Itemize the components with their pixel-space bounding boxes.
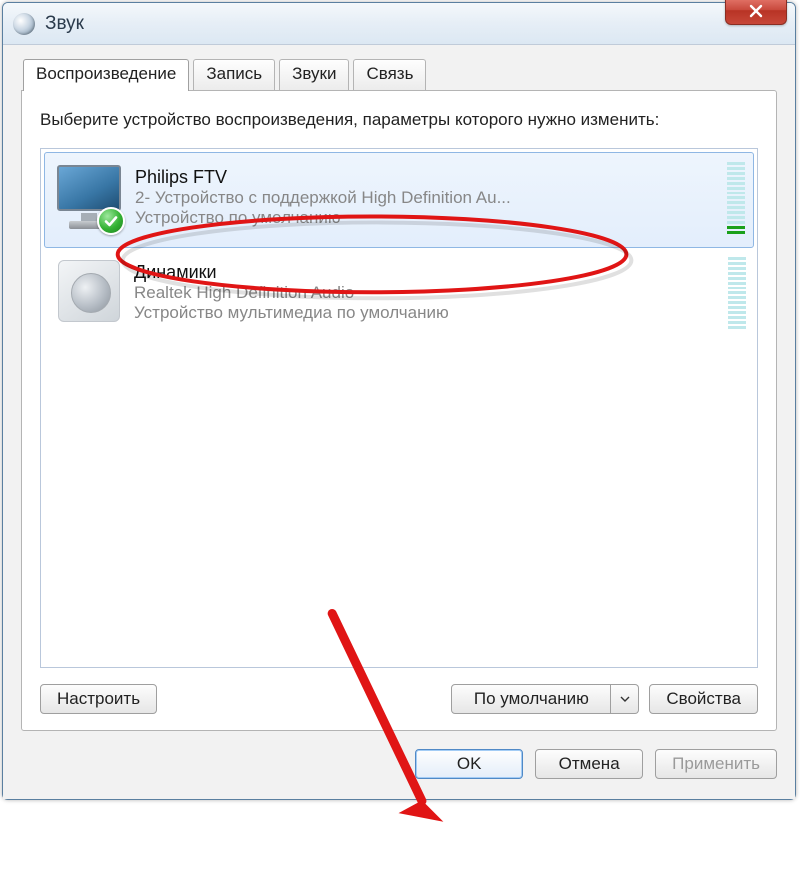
device-name: Philips FTV	[135, 167, 719, 188]
dialog-content: Воспроизведение Запись Звуки Связь Выбер…	[3, 45, 795, 799]
level-meter	[727, 162, 745, 234]
tab-communications[interactable]: Связь	[353, 59, 426, 90]
tab-sounds[interactable]: Звуки	[279, 59, 349, 90]
device-item-philips[interactable]: Philips FTV 2- Устройство с поддержкой H…	[44, 152, 754, 248]
device-list[interactable]: Philips FTV 2- Устройство с поддержкой H…	[40, 148, 758, 668]
set-default-button[interactable]: По умолчанию	[451, 684, 611, 714]
device-subtitle: Realtek High Definition Audio	[134, 283, 720, 303]
tab-panel-playback: Выберите устройство воспроизведения, пар…	[21, 90, 777, 731]
properties-button[interactable]: Свойства	[649, 684, 758, 714]
tab-playback[interactable]: Воспроизведение	[23, 59, 189, 91]
set-default-dropdown[interactable]	[611, 684, 639, 714]
panel-button-row: Настроить По умолчанию Свойства	[40, 684, 758, 714]
titlebar[interactable]: Звук	[3, 3, 795, 45]
device-text: Philips FTV 2- Устройство с поддержкой H…	[135, 167, 719, 228]
tab-recording[interactable]: Запись	[193, 59, 275, 90]
device-subtitle: 2- Устройство с поддержкой High Definiti…	[135, 188, 719, 208]
close-button[interactable]	[725, 0, 787, 25]
footer-button-row: OK Отмена Применить	[21, 749, 777, 779]
configure-button[interactable]: Настроить	[40, 684, 157, 714]
cancel-button[interactable]: Отмена	[535, 749, 643, 779]
speaker-icon	[50, 254, 128, 332]
device-text: Динамики Realtek High Definition Audio У…	[134, 262, 720, 323]
default-check-icon	[97, 207, 125, 235]
monitor-icon	[51, 159, 129, 237]
set-default-split-button[interactable]: По умолчанию	[451, 684, 639, 714]
device-name: Динамики	[134, 262, 720, 283]
apply-button[interactable]: Применить	[655, 749, 777, 779]
device-item-speakers[interactable]: Динамики Realtek High Definition Audio У…	[44, 248, 754, 342]
device-status: Устройство по умолчанию	[135, 208, 719, 228]
ok-button[interactable]: OK	[415, 749, 523, 779]
tab-strip: Воспроизведение Запись Звуки Связь	[23, 59, 777, 90]
window-title: Звук	[45, 13, 84, 35]
device-status: Устройство мультимедиа по умолчанию	[134, 303, 720, 323]
close-icon	[748, 3, 764, 19]
app-icon	[13, 13, 35, 35]
instruction-text: Выберите устройство воспроизведения, пар…	[40, 109, 758, 132]
sound-dialog: Звук Воспроизведение Запись Звуки Связь …	[2, 2, 796, 800]
level-meter	[728, 257, 746, 329]
chevron-down-icon	[620, 696, 630, 702]
